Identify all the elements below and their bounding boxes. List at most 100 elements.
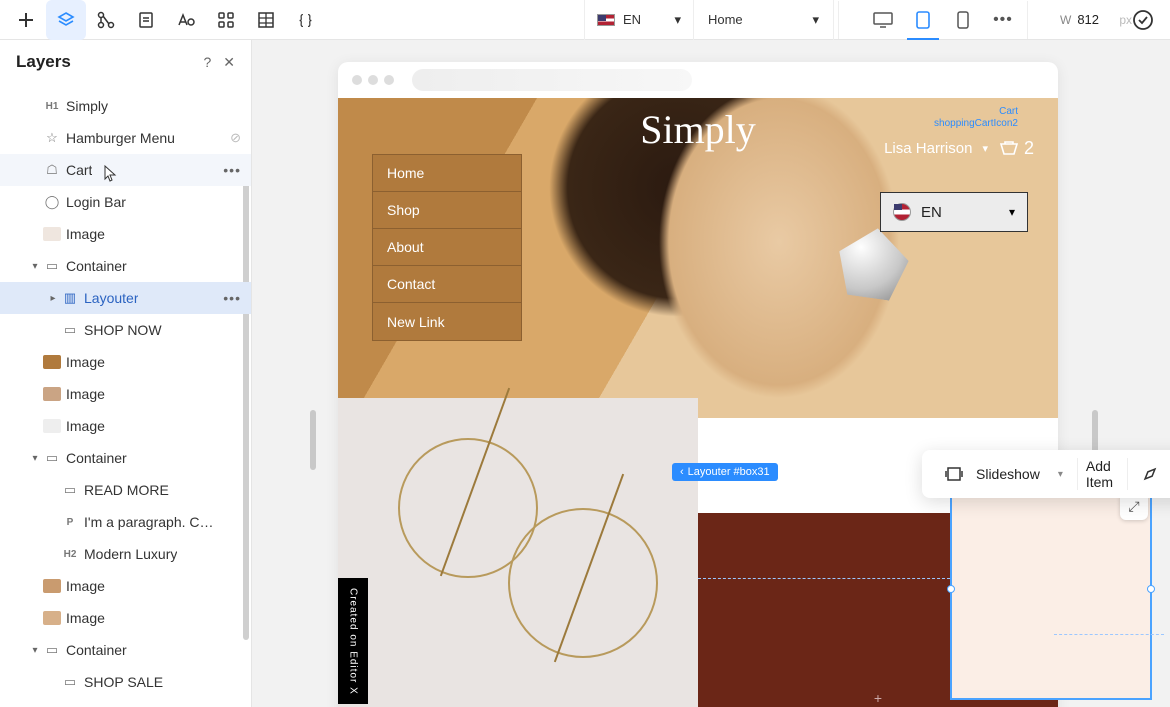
cart-selection-labels: Cart shoppingCartIcon2 [934,106,1018,130]
text-icon[interactable] [166,0,206,40]
layer-row[interactable]: ▭SHOP SALE [0,666,251,698]
help-icon[interactable]: ? [203,54,211,71]
traffic-light [368,75,378,85]
user-name: Lisa Harrison [884,140,972,157]
hero-section[interactable]: Simply Cart shoppingCartIcon2 Lisa Harri… [338,98,1058,418]
language-label: EN [623,12,641,27]
layers-tree[interactable]: H1Simply☆Hamburger Menu⊘☖Cart•••◯Login B… [0,84,251,707]
chevron-down-icon: ▾ [812,12,819,28]
selection-tag-label: Layouter #box31 [688,466,770,478]
brand-title[interactable]: Simply [640,106,756,153]
hamburger-menu[interactable]: HomeShopAboutContactNew Link [372,154,522,341]
chevron-down-icon: ▾ [674,12,681,28]
mobile-breakpoint[interactable] [943,0,983,40]
breakpoints-bar: ••• [843,0,1023,40]
width-value[interactable]: 812 [1077,12,1113,27]
layer-label: Container [66,450,127,466]
login-bar[interactable]: Lisa Harrison ▾ 2 [884,138,1034,159]
layer-row[interactable]: ▾▭Container [0,634,251,666]
editorx-badge[interactable]: Created on Editor X [338,578,368,704]
guide-line [1054,634,1164,635]
hidden-icon[interactable]: ⊘ [230,130,241,146]
layer-row[interactable]: Image [0,410,251,442]
lang-name: EN [921,204,942,221]
layer-label: Container [66,258,127,274]
canvas: Simply Cart shoppingCartIcon2 Lisa Harri… [252,40,1170,707]
layer-label: I'm a paragraph. C… [84,514,214,530]
tablet-breakpoint[interactable] [903,0,943,40]
element-type-select[interactable]: Slideshow ▾ [932,458,1071,490]
done-check-icon[interactable] [1132,9,1154,31]
language-select[interactable]: EN ▾ [584,0,694,40]
guide-line [698,578,950,579]
layer-row[interactable]: ▸▥Layouter••• [0,282,251,314]
layers-panel: Layers ? ✕ H1Simply☆Hamburger Menu⊘☖Cart… [0,40,252,707]
width-unit: px [1119,13,1132,27]
slideshow-icon [940,460,968,488]
layer-label: Image [66,610,105,626]
menu-item[interactable]: Shop [373,192,521,229]
site-icon[interactable] [86,0,126,40]
layer-row[interactable]: Image [0,378,251,410]
menu-item[interactable]: About [373,229,521,266]
layer-row[interactable]: H1Simply [0,90,251,122]
close-icon[interactable]: ✕ [223,54,235,71]
layers-header: Layers ? ✕ [0,40,251,84]
layers-icon[interactable] [46,0,86,40]
breakpoints-more[interactable]: ••• [983,0,1023,40]
browser-chrome [338,62,1058,98]
flag-us-icon [893,203,911,221]
selection-handle[interactable] [1147,585,1155,593]
layer-row[interactable]: ◯Login Bar [0,186,251,218]
menu-item[interactable]: New Link [373,303,521,340]
desktop-breakpoint[interactable] [863,0,903,40]
layer-row[interactable]: Image [0,602,251,634]
menu-item[interactable]: Home [373,155,521,192]
page-select[interactable]: Home ▾ [694,0,834,40]
layer-row[interactable]: ▭SHOP NOW [0,314,251,346]
layer-label: READ MORE [84,482,169,498]
cart-count: 2 [1024,138,1034,159]
layers-title: Layers [16,52,71,72]
data-icon[interactable] [246,0,286,40]
chevron-down-icon: ▾ [982,142,988,155]
layer-row[interactable]: Image [0,570,251,602]
row-more-icon[interactable]: ••• [223,162,241,178]
layer-label: Image [66,386,105,402]
layer-row[interactable]: ☆Hamburger Menu⊘ [0,122,251,154]
selection-handle[interactable] [947,585,955,593]
layer-label: SHOP SALE [84,674,163,690]
add-slot-icon[interactable]: + [874,690,882,706]
menu-item[interactable]: Contact [373,266,521,303]
layer-row[interactable]: Image [0,218,251,250]
layer-label: Cart [66,162,92,178]
cart-icon[interactable]: 2 [998,138,1034,159]
canvas-resize-left[interactable] [310,410,316,470]
layer-row[interactable]: ▾▭Container [0,442,251,474]
page-icon[interactable] [126,0,166,40]
layer-label: Image [66,578,105,594]
layer-row[interactable]: ☖Cart••• [0,154,251,186]
language-switcher[interactable]: EN ▾ [880,192,1028,232]
layer-row[interactable]: ▾▭Container [0,250,251,282]
layer-label: Image [66,354,105,370]
top-toolbar: EN ▾ Home ▾ ••• W 812 px [0,0,1170,40]
layer-label: Login Bar [66,194,126,210]
apps-icon[interactable] [206,0,246,40]
layer-row[interactable]: PI'm a paragraph. C… [0,506,251,538]
traffic-light [384,75,394,85]
traffic-light [352,75,362,85]
floating-toolbar: Slideshow ▾ Add Item ? ••• [922,450,1170,498]
flag-us-icon [597,14,615,26]
add-icon[interactable] [6,0,46,40]
code-icon[interactable] [286,0,326,40]
row-more-icon[interactable]: ••• [223,290,241,306]
add-item-button[interactable]: Add Item [1077,458,1121,490]
selection-tag[interactable]: ‹ Layouter #box31 [672,463,778,481]
product-image-section[interactable] [338,398,698,707]
chevron-down-icon: ▾ [1058,469,1063,480]
layer-row[interactable]: ▭READ MORE [0,474,251,506]
layer-row[interactable]: Image [0,346,251,378]
layer-row[interactable]: H2Modern Luxury [0,538,251,570]
design-icon[interactable] [1136,460,1164,488]
